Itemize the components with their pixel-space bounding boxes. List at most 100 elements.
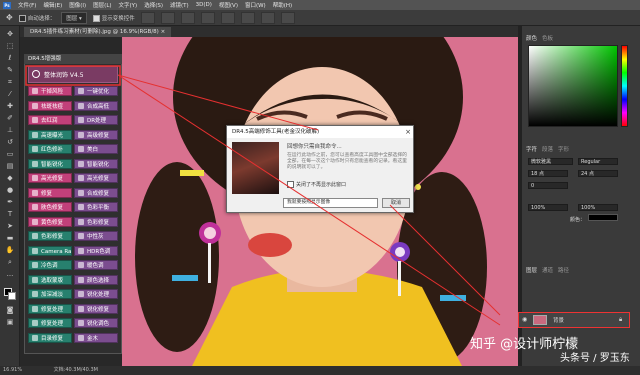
layer-select-dropdown[interactable]: 图层 ▾ bbox=[61, 11, 87, 24]
color-picker-field[interactable] bbox=[528, 45, 618, 127]
menu-help[interactable]: 帮助(H) bbox=[273, 1, 292, 9]
plugin-action-button[interactable]: 色彩修复 bbox=[28, 231, 72, 241]
menu-layer[interactable]: 图层(L) bbox=[93, 1, 111, 9]
dialog-input-field[interactable]: 我就要按照显示图像 bbox=[283, 198, 378, 208]
tab-layers[interactable]: 图层 bbox=[526, 266, 537, 274]
plugin-action-button[interactable]: 合成修复 bbox=[74, 187, 118, 198]
eraser-tool-icon[interactable]: ▭ bbox=[5, 150, 15, 158]
close-icon[interactable]: × bbox=[403, 126, 413, 138]
menu-select[interactable]: 选择(S) bbox=[144, 1, 163, 9]
font-family-select[interactable]: 微软雅黑 bbox=[528, 158, 573, 165]
plugin-action-button[interactable]: HDR色调 bbox=[74, 245, 118, 256]
crop-tool-icon[interactable]: ⌗ bbox=[5, 78, 15, 86]
layer-row-background[interactable]: ◉ 背景 🔒︎ bbox=[518, 312, 630, 328]
plugin-action-button[interactable]: 干掉风险 bbox=[28, 86, 72, 96]
menu-3d[interactable]: 3D(D) bbox=[196, 2, 212, 8]
horizontal-scale-field[interactable]: 100% bbox=[578, 204, 618, 211]
shape-tool-icon[interactable]: ▬ bbox=[5, 234, 15, 242]
quick-select-tool-icon[interactable]: ✎ bbox=[5, 66, 15, 74]
menu-edit[interactable]: 编辑(E) bbox=[43, 1, 62, 9]
plugin-action-button[interactable]: 一键优化 bbox=[74, 86, 118, 96]
more-tools-icon[interactable]: ··· bbox=[5, 272, 15, 280]
pen-tool-icon[interactable]: ✒ bbox=[5, 198, 15, 206]
menu-window[interactable]: 窗口(W) bbox=[245, 1, 266, 9]
eye-icon[interactable]: ◉ bbox=[522, 316, 527, 323]
plugin-action-button[interactable]: 高速曝光 bbox=[28, 129, 72, 140]
plugin-action-button[interactable]: 祛斑祛痘 bbox=[28, 100, 72, 111]
tab-swatches[interactable]: 色板 bbox=[542, 34, 553, 42]
plugin-action-button[interactable]: 目录修复 bbox=[28, 332, 72, 343]
hand-tool-icon[interactable]: ✋ bbox=[5, 246, 15, 254]
align-bottom-button[interactable] bbox=[240, 11, 255, 24]
menu-file[interactable]: 文件(F) bbox=[18, 1, 36, 9]
auto-select-checkbox[interactable]: 自动选择： bbox=[18, 14, 55, 22]
screen-mode-icon[interactable]: ▣ bbox=[5, 318, 15, 326]
plugin-action-button[interactable]: 锐化处理 bbox=[74, 289, 118, 299]
plugin-action-button[interactable]: 高光修复 bbox=[28, 173, 72, 183]
plugin-action-button[interactable]: 色彩平衡 bbox=[74, 202, 118, 212]
plugin-action-button[interactable]: 修复处理 bbox=[28, 303, 72, 314]
plugin-action-button[interactable]: 冷色调 bbox=[28, 260, 72, 270]
type-tool-icon[interactable]: T bbox=[5, 210, 15, 218]
tab-glyphs[interactable]: 字形 bbox=[558, 145, 569, 153]
plugin-banner-button[interactable]: 整体润饰 V4.5 bbox=[28, 66, 118, 83]
menu-type[interactable]: 文字(Y) bbox=[119, 1, 138, 9]
plugin-action-button[interactable]: 锐化调色 bbox=[74, 318, 118, 328]
leading-field[interactable]: 24 点 bbox=[578, 170, 618, 177]
quick-mask-icon[interactable]: ◙ bbox=[5, 306, 15, 314]
stamp-tool-icon[interactable]: ⊥ bbox=[5, 126, 15, 134]
brush-tool-icon[interactable]: ✐ bbox=[5, 114, 15, 122]
plugin-action-button[interactable]: 修复 bbox=[28, 187, 72, 198]
plugin-action-button[interactable]: 智能锐化 bbox=[28, 158, 72, 169]
move-tool-icon[interactable]: ✥ bbox=[5, 30, 15, 38]
zoom-level[interactable]: 16.91% bbox=[3, 367, 22, 373]
plugin-action-button[interactable]: 肤色修复 bbox=[28, 202, 72, 212]
tab-paragraph[interactable]: 段落 bbox=[542, 145, 553, 153]
align-middle-button[interactable] bbox=[220, 11, 235, 24]
plugin-action-button[interactable]: 颜色选择 bbox=[74, 274, 118, 285]
path-select-tool-icon[interactable]: ➤ bbox=[5, 222, 15, 230]
dont-show-checkbox[interactable]: 关闭了不再显示此窗口 bbox=[287, 181, 407, 188]
gradient-tool-icon[interactable]: ▤ bbox=[5, 162, 15, 170]
healing-tool-icon[interactable]: ✚ bbox=[5, 102, 15, 110]
close-icon[interactable]: × bbox=[161, 29, 166, 35]
plugin-action-button[interactable]: 暖色调 bbox=[74, 260, 118, 270]
font-size-field[interactable]: 18 点 bbox=[528, 170, 568, 177]
show-transform-checkbox[interactable]: 显示变换控件 bbox=[92, 14, 135, 22]
tab-color[interactable]: 颜色 bbox=[526, 34, 537, 42]
plugin-action-button[interactable]: 美白 bbox=[74, 144, 118, 154]
align-left-button[interactable] bbox=[140, 11, 155, 24]
photoshop-app-icon[interactable]: Ps bbox=[3, 1, 11, 9]
plugin-action-button[interactable]: 黄色修复 bbox=[28, 216, 72, 227]
vertical-scale-field[interactable]: 100% bbox=[528, 204, 568, 211]
plugin-action-button[interactable]: 色彩修复 bbox=[74, 216, 118, 227]
plugin-action-button[interactable]: DR处理 bbox=[74, 115, 118, 125]
tracking-field[interactable]: 0 bbox=[528, 182, 568, 189]
tab-paths[interactable]: 路径 bbox=[558, 266, 569, 274]
text-color-swatch[interactable] bbox=[588, 214, 618, 221]
history-brush-icon[interactable]: ↺ bbox=[5, 138, 15, 146]
menu-image[interactable]: 图像(I) bbox=[69, 1, 86, 9]
plugin-action-button[interactable]: 红色修补 bbox=[28, 144, 72, 154]
plugin-action-button[interactable]: 选取蒙版 bbox=[28, 274, 72, 285]
move-tool-icon[interactable]: ✥ bbox=[6, 13, 13, 22]
blur-tool-icon[interactable]: ◆ bbox=[5, 174, 15, 182]
plugin-action-button[interactable]: 中性灰 bbox=[74, 231, 118, 241]
menu-filter[interactable]: 滤镜(T) bbox=[170, 1, 189, 9]
hue-slider[interactable] bbox=[621, 45, 628, 127]
zoom-tool-icon[interactable]: ⌕ bbox=[5, 258, 15, 266]
dodge-tool-icon[interactable]: ● bbox=[5, 186, 15, 194]
plugin-action-button[interactable]: Camera Raw bbox=[28, 245, 72, 256]
document-tab[interactable]: DR4.5插件练习素材(可删除).jpg @ 16.9%(RGB/8) × bbox=[24, 27, 172, 37]
3d-mode-button[interactable] bbox=[280, 11, 295, 24]
cancel-button[interactable]: 取消 bbox=[382, 198, 410, 208]
plugin-action-button[interactable]: 锐化修复 bbox=[74, 303, 118, 314]
font-style-select[interactable]: Regular bbox=[578, 158, 618, 165]
tab-character[interactable]: 字符 bbox=[526, 145, 537, 153]
marquee-tool-icon[interactable]: ⬚ bbox=[5, 42, 15, 50]
align-top-button[interactable] bbox=[200, 11, 215, 24]
plugin-action-button[interactable]: 修复处理 bbox=[28, 318, 72, 328]
distribute-button[interactable] bbox=[260, 11, 275, 24]
plugin-action-button[interactable]: 高级修复 bbox=[74, 129, 118, 140]
plugin-action-button[interactable]: 合成高低 bbox=[74, 100, 118, 111]
